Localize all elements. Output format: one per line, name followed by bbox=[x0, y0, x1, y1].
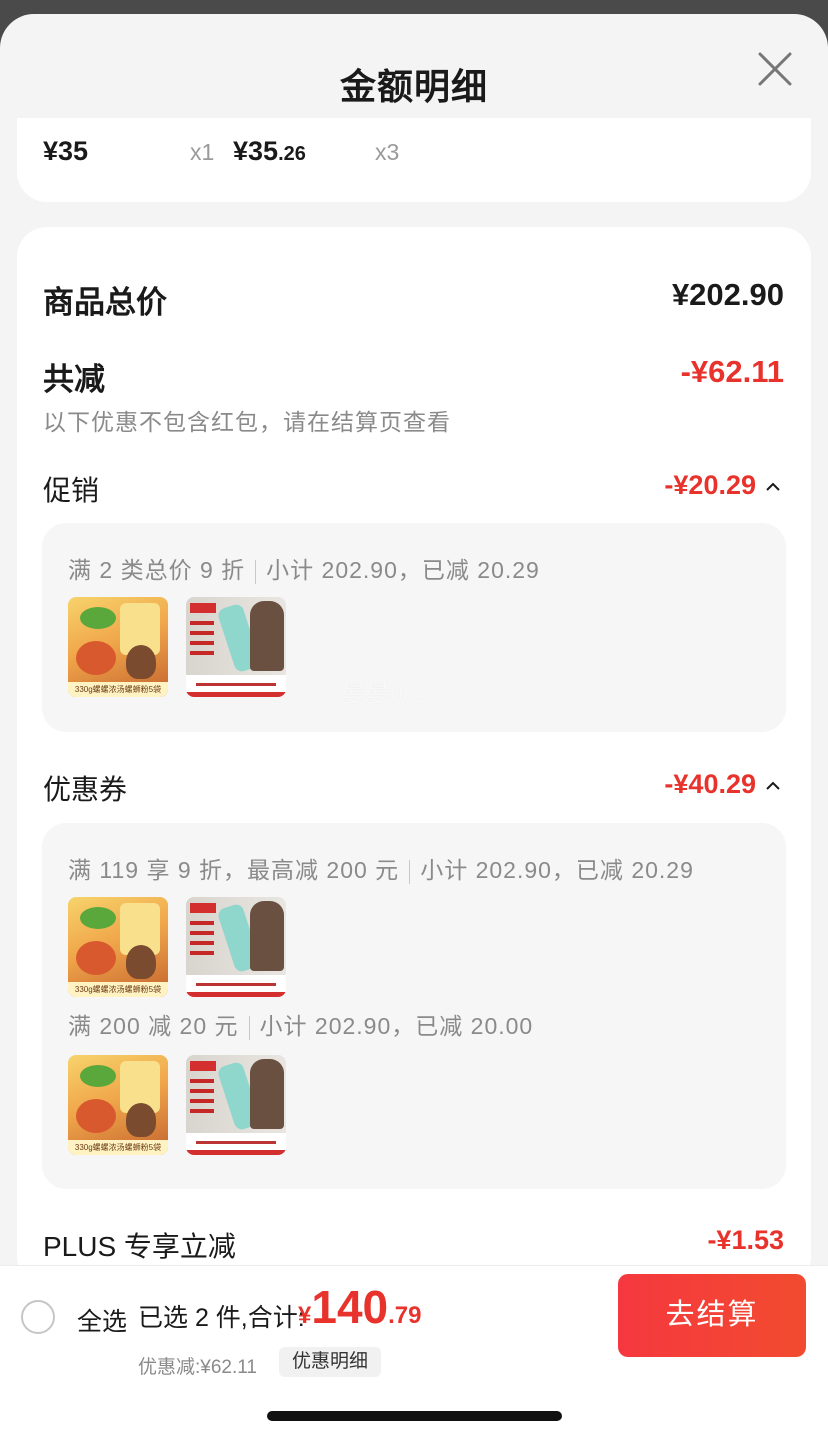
product-caption: 330g螺螺浓汤螺蛳粉5袋 bbox=[68, 982, 168, 997]
total-reduction-value: -¥62.11 bbox=[680, 354, 784, 389]
product-thumbnail-water[interactable] bbox=[186, 597, 286, 697]
select-all-checkbox[interactable] bbox=[21, 1300, 55, 1334]
rule-text: 满 2 类总价 9 折 bbox=[68, 557, 246, 583]
goods-total-label: 商品总价 bbox=[43, 285, 167, 320]
product-thumbnail-noodle[interactable]: 330g螺螺浓汤螺蛳粉5袋 bbox=[68, 897, 168, 997]
discount-summary: 优惠减:¥62.11 bbox=[138, 1357, 257, 1378]
total-reduction-label: 共减 bbox=[43, 362, 105, 397]
coupon-value: -¥40.29 bbox=[664, 769, 756, 799]
item-quantity: x1 bbox=[190, 139, 215, 165]
close-button[interactable] bbox=[756, 50, 794, 88]
checkout-button[interactable]: 去结算 bbox=[618, 1274, 806, 1357]
product-caption: 330g螺螺浓汤螺蛳粉5袋 bbox=[68, 1140, 168, 1155]
rule-detail: 小计 202.90，已减 20.29 bbox=[420, 857, 694, 883]
checkout-bar: 全选 已选 2 件,合计: ¥140.79 优惠减:¥62.11 优惠明细 去结… bbox=[0, 1265, 828, 1452]
chevron-up-icon bbox=[766, 482, 780, 492]
promotion-toggle[interactable]: -¥20.29 bbox=[664, 470, 780, 501]
rule-detail: 小计 202.90，已减 20.00 bbox=[259, 1013, 534, 1039]
promotion-rule: 满 2 类总价 9 折小计 202.90，已减 20.29 bbox=[68, 551, 540, 585]
divider bbox=[255, 559, 257, 584]
item-price-card: ¥35 x1 ¥35.26 x3 bbox=[17, 118, 811, 202]
plus-discount-value: -¥1.53 bbox=[707, 1225, 784, 1255]
product-thumbnail-noodle[interactable]: 330g螺螺浓汤螺蛳粉5袋 bbox=[68, 1055, 168, 1155]
product-caption: 330g螺螺浓汤螺蛳粉5袋 bbox=[68, 682, 168, 697]
item-price: ¥35.26 bbox=[233, 136, 306, 166]
sheet-title: 金额明细 bbox=[339, 66, 488, 107]
reduction-note: 以下优惠不包含红包，请在结算页查看 bbox=[43, 409, 451, 435]
rule-text: 满 119 享 9 折，最高减 200 元 bbox=[68, 857, 400, 883]
coupon-label: 优惠券 bbox=[43, 774, 128, 805]
product-thumbnail-water[interactable] bbox=[186, 897, 286, 997]
selected-count-text: 已选 2 件,合计: bbox=[138, 1304, 305, 1332]
watermark: 曼曼002 bbox=[342, 681, 431, 708]
rule-detail: 小计 202.90，已减 20.29 bbox=[266, 557, 540, 583]
item-price: ¥35 bbox=[43, 136, 89, 166]
divider bbox=[248, 1015, 250, 1040]
coupon-detail-box: 满 119 享 9 折，最高减 200 元小计 202.90，已减 20.29 … bbox=[42, 823, 786, 1189]
product-thumbnail-noodle[interactable]: 330g螺螺浓汤螺蛳粉5袋 bbox=[68, 597, 168, 697]
coupon-rule: 满 200 减 20 元小计 202.90，已减 20.00 bbox=[68, 1007, 533, 1041]
chevron-up-icon bbox=[766, 781, 780, 791]
promotion-label: 促销 bbox=[43, 475, 100, 506]
coupon-toggle[interactable]: -¥40.29 bbox=[664, 769, 780, 800]
close-icon bbox=[758, 52, 792, 86]
divider bbox=[409, 859, 411, 884]
amount-detail-sheet: 金额明细 ¥35 x1 ¥35.26 x3 商品总价 ¥202.90 共减 -¥… bbox=[0, 14, 828, 1451]
promotion-value: -¥20.29 bbox=[664, 470, 756, 500]
price-breakdown-card: 商品总价 ¥202.90 共减 -¥62.11 以下优惠不包含红包，请在结算页查… bbox=[17, 227, 811, 1287]
item-quantity: x3 bbox=[375, 139, 400, 165]
product-thumbnail-water[interactable] bbox=[186, 1055, 286, 1155]
coupon-rule: 满 119 享 9 折，最高减 200 元小计 202.90，已减 20.29 bbox=[68, 851, 694, 885]
discount-detail-button[interactable]: 优惠明细 bbox=[279, 1347, 382, 1377]
goods-total-value: ¥202.90 bbox=[671, 277, 784, 312]
plus-discount-label: PLUS 专享立减 bbox=[43, 1231, 236, 1262]
select-all-label[interactable]: 全选 bbox=[77, 1302, 127, 1338]
rule-text: 满 200 减 20 元 bbox=[68, 1013, 239, 1039]
home-indicator bbox=[267, 1411, 562, 1421]
total-amount: ¥140.79 bbox=[298, 1281, 422, 1333]
